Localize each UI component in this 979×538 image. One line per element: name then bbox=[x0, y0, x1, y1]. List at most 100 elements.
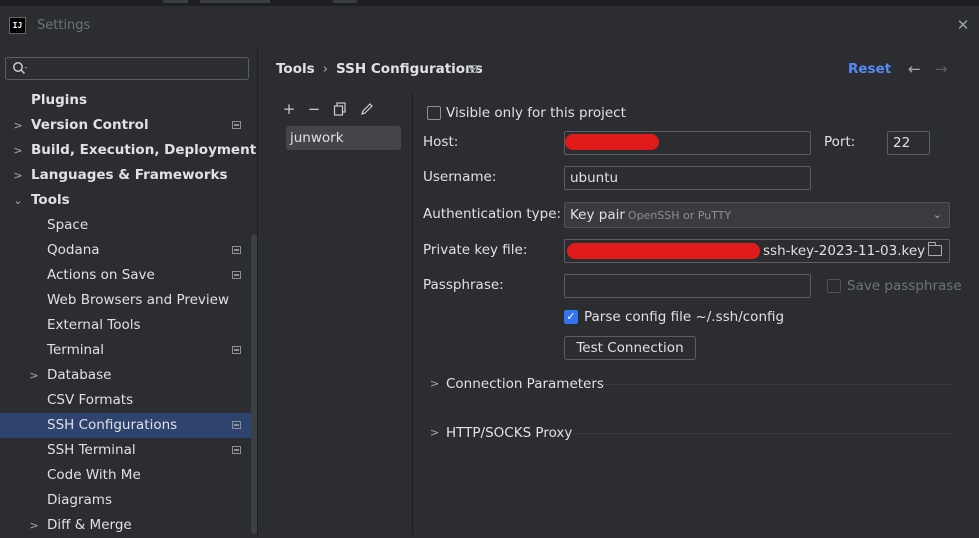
breadcrumb: Tools › SSH Configurations bbox=[276, 61, 491, 77]
passphrase-label: Passphrase: bbox=[423, 277, 504, 293]
folder-icon[interactable] bbox=[928, 242, 942, 256]
redaction-mark bbox=[567, 243, 760, 259]
parse-config-checkbox[interactable]: ✓ bbox=[564, 310, 578, 324]
sidebar-item-label: Version Control bbox=[31, 117, 149, 133]
edit-icon[interactable] bbox=[358, 100, 376, 118]
arrow-left-icon[interactable]: ← bbox=[908, 60, 921, 78]
chevron-right-icon[interactable]: > bbox=[12, 138, 24, 163]
sidebar-item-csv-formats[interactable]: CSV Formats bbox=[0, 388, 257, 413]
sidebar-item-plugins[interactable]: Plugins bbox=[0, 88, 257, 113]
visible-only-checkbox[interactable] bbox=[427, 106, 441, 120]
tab-marker bbox=[200, 0, 270, 3]
arrow-right-icon: → bbox=[935, 60, 948, 78]
sidebar-item-label: Code With Me bbox=[47, 467, 141, 483]
project-scope-icon bbox=[232, 121, 241, 129]
sidebar-item-actions-on-save[interactable]: Actions on Save bbox=[0, 263, 257, 288]
sidebar-item-label: SSH Configurations bbox=[47, 417, 178, 433]
settings-content: Tools › SSH Configurations Reset ← → + − j… bbox=[258, 46, 979, 535]
redaction-mark bbox=[565, 134, 659, 150]
sidebar-item-label: Space bbox=[47, 217, 89, 233]
username-field[interactable]: ubuntu bbox=[564, 166, 811, 190]
project-scope-icon bbox=[232, 246, 241, 254]
sidebar-item-label: Diff & Merge bbox=[47, 517, 132, 533]
sidebar-item-label: Languages & Frameworks bbox=[31, 167, 228, 183]
section-divider bbox=[572, 433, 952, 434]
chevron-down-icon: ⌄ bbox=[932, 208, 942, 221]
sidebar-item-label: Tools bbox=[31, 192, 70, 208]
private-key-label: Private key file: bbox=[423, 242, 528, 258]
sidebar-item-version-control[interactable]: > Version Control bbox=[0, 113, 257, 138]
tab-marker bbox=[333, 0, 357, 3]
sidebar-item-label: Database bbox=[47, 367, 112, 383]
auth-type-dropdown[interactable]: Key pair OpenSSH or PuTTY ⌄ bbox=[564, 202, 950, 228]
auth-type-hint: OpenSSH or PuTTY bbox=[627, 209, 732, 222]
sidebar-item-label: External Tools bbox=[47, 317, 141, 333]
parse-config-label: Parse config file ~/.ssh/config bbox=[584, 309, 785, 325]
add-icon[interactable]: + bbox=[280, 100, 298, 118]
project-scope-icon bbox=[232, 446, 241, 454]
project-scope-icon bbox=[468, 65, 477, 73]
sidebar-item-qodana[interactable]: Qodana bbox=[0, 238, 257, 263]
chevron-right-icon[interactable]: > bbox=[28, 363, 40, 388]
sidebar-item-diagrams[interactable]: Diagrams bbox=[0, 488, 257, 513]
breadcrumb-ssh-configurations: SSH Configurations bbox=[336, 61, 483, 77]
sidebar-item-build-execution-deployment[interactable]: > Build, Execution, Deployment bbox=[0, 138, 257, 163]
private-key-value: ssh-key-2023-11-03.key bbox=[763, 243, 926, 259]
connection-parameters-section[interactable]: > Connection Parameters bbox=[430, 374, 952, 394]
sidebar-item-database[interactable]: > Database bbox=[0, 363, 257, 388]
sidebar-item-label: SSH Terminal bbox=[47, 442, 136, 458]
chevron-right-icon[interactable]: > bbox=[28, 513, 40, 538]
sidebar-item-space[interactable]: Space bbox=[0, 213, 257, 238]
sidebar-item-ssh-terminal[interactable]: SSH Terminal bbox=[0, 438, 257, 463]
chevron-right-icon: > bbox=[430, 426, 440, 439]
sidebar-item-label: Terminal bbox=[47, 342, 105, 358]
sidebar-item-ssh-configurations[interactable]: SSH Configurations bbox=[0, 413, 257, 438]
hosts-list: junwork bbox=[286, 126, 401, 150]
visible-only-label: Visible only for this project bbox=[446, 105, 626, 121]
breadcrumb-tools[interactable]: Tools bbox=[276, 61, 315, 77]
sidebar-item-code-with-me[interactable]: Code With Me bbox=[0, 463, 257, 488]
list-item[interactable]: junwork bbox=[286, 126, 401, 150]
window-title: Settings bbox=[37, 18, 91, 33]
passphrase-field[interactable] bbox=[564, 274, 811, 298]
port-field[interactable]: 22 bbox=[887, 131, 930, 155]
project-scope-icon bbox=[232, 271, 241, 279]
chevron-right-icon[interactable]: > bbox=[12, 113, 24, 138]
auth-type-label: Authentication type: bbox=[423, 206, 562, 222]
search-icon bbox=[13, 62, 27, 75]
breadcrumb-separator: › bbox=[322, 61, 329, 77]
copy-icon[interactable] bbox=[331, 100, 349, 118]
sidebar-item-label: Qodana bbox=[47, 242, 100, 258]
settings-search-input[interactable] bbox=[5, 57, 249, 80]
sidebar-item-terminal[interactable]: Terminal bbox=[0, 338, 257, 363]
chevron-right-icon[interactable]: > bbox=[12, 163, 24, 188]
section-label: Connection Parameters bbox=[446, 376, 604, 392]
sidebar-item-label: CSV Formats bbox=[47, 392, 134, 408]
sidebar-item-label: Actions on Save bbox=[47, 267, 155, 283]
app-logo-icon: IJ bbox=[9, 17, 26, 34]
host-label: Host: bbox=[423, 134, 459, 150]
reset-link[interactable]: Reset bbox=[848, 61, 891, 77]
sidebar-item-diff-merge[interactable]: > Diff & Merge bbox=[0, 513, 257, 538]
sidebar-item-languages-frameworks[interactable]: > Languages & Frameworks bbox=[0, 163, 257, 188]
sidebar-item-external-tools[interactable]: External Tools bbox=[0, 313, 257, 338]
remove-icon[interactable]: − bbox=[305, 100, 323, 118]
title-bar: IJ Settings ✕ bbox=[0, 6, 979, 46]
sidebar-item-web-browsers-and-preview[interactable]: Web Browsers and Preview bbox=[0, 288, 257, 313]
section-divider bbox=[602, 384, 952, 385]
close-icon[interactable]: ✕ bbox=[955, 17, 971, 33]
username-label: Username: bbox=[423, 169, 497, 185]
project-scope-icon bbox=[232, 346, 241, 354]
save-passphrase-label: Save passphrase bbox=[847, 278, 962, 294]
sidebar-item-tools[interactable]: ⌄ Tools bbox=[0, 188, 257, 213]
list-divider bbox=[412, 93, 413, 535]
chevron-down-icon[interactable]: ⌄ bbox=[12, 188, 24, 213]
test-connection-button[interactable]: Test Connection bbox=[564, 336, 696, 360]
http-socks-proxy-section[interactable]: > HTTP/SOCKS Proxy bbox=[430, 423, 952, 443]
section-label: HTTP/SOCKS Proxy bbox=[446, 425, 573, 441]
settings-sidebar: Plugins > Version Control > Build, Execution… bbox=[0, 46, 257, 535]
sidebar-item-label: Build, Execution, Deployment bbox=[31, 142, 257, 158]
sidebar-item-label: Plugins bbox=[31, 92, 88, 108]
save-passphrase-checkbox bbox=[827, 279, 841, 293]
auth-type-value: Key pair bbox=[570, 207, 625, 223]
